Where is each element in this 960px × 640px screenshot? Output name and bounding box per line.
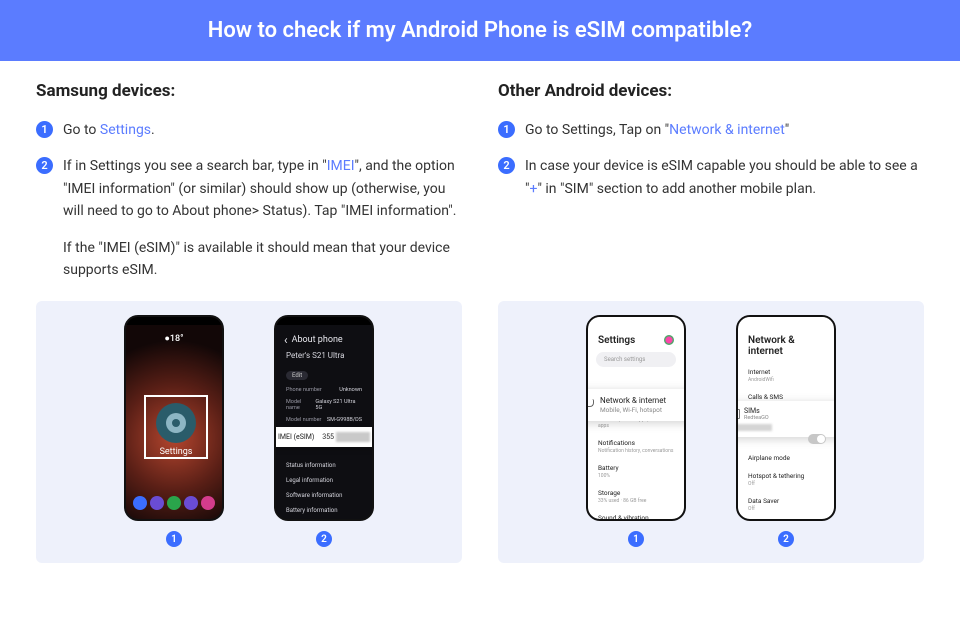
shot-badge: 2 [316, 531, 332, 547]
list-item: Storage33% used · 86 GB free [588, 484, 684, 509]
info-row: Model nameGalaxy S21 Ultra 5G [276, 396, 372, 414]
other-shot-1: Settings Search settings Network & inter… [586, 315, 686, 547]
edit-button: Edit [286, 371, 308, 380]
other-heading: Other Android devices: [498, 81, 924, 101]
gallery-row: ●18° Settings 1 About phone Peter's S21 … [0, 301, 960, 563]
step-text: If in Settings you see a search bar, typ… [63, 155, 462, 222]
device-name: Peter's S21 Ultra [276, 349, 372, 362]
other-gallery: Settings Search settings Network & inter… [498, 301, 924, 563]
search-settings-field: Search settings [596, 352, 676, 367]
list-item: Software information [276, 488, 372, 503]
sims-label: SIMs [744, 407, 769, 415]
text: " in "SIM" section to add another mobile… [537, 181, 816, 197]
samsung-step-1: 1 Go to Settings. [36, 119, 462, 141]
step-badge: 2 [498, 157, 515, 174]
sims-callout: SIMsRedteaGO + [736, 401, 836, 437]
settings-title: Settings [588, 325, 684, 352]
ni-sub: Mobile, Wi-Fi, hotspot [600, 406, 686, 414]
list-item: InternetAndroidWifi [738, 363, 834, 388]
imei-link[interactable]: IMEI [327, 158, 355, 174]
about-phone-header: About phone [276, 325, 372, 349]
other-shot-2: Network & internet InternetAndroidWifi C… [736, 315, 836, 547]
gear-icon [166, 413, 186, 433]
list-item: Battery100% [588, 459, 684, 484]
text: . [151, 122, 155, 138]
imei-label: IMEI (eSIM) [278, 433, 314, 441]
list-item: VPNNone [738, 517, 834, 521]
shot-badge: 1 [166, 531, 182, 547]
step-badge: 1 [36, 121, 53, 138]
samsung-column: Samsung devices: 1 Go to Settings. 2 If … [36, 81, 462, 295]
avatar-icon [664, 335, 674, 345]
list-item: Legal information [276, 473, 372, 488]
list-item: Data SaverOff [738, 492, 834, 517]
other-step-2: 2 In case your device is eSIM capable yo… [498, 155, 924, 200]
network-internet-title: Network & internet [738, 325, 834, 363]
shot-badge: 2 [778, 531, 794, 547]
sim-icon [736, 409, 740, 419]
phone-mock-home: ●18° Settings [124, 315, 224, 521]
step-text: In case your device is eSIM capable you … [525, 155, 924, 200]
list-item: Status information [276, 458, 372, 473]
settings-link[interactable]: Settings [100, 122, 151, 138]
status-bar [276, 317, 372, 325]
samsung-step-2: 2 If in Settings you see a search bar, t… [36, 155, 462, 222]
settings-app-label: Settings [144, 447, 208, 457]
page-title: How to check if my Android Phone is eSIM… [0, 0, 960, 61]
network-internet-link[interactable]: Network & internet [669, 122, 785, 138]
step-badge: 2 [36, 157, 53, 174]
info-row: Phone numberUnknown [276, 384, 372, 396]
text: Go to [63, 122, 100, 138]
phone-mock-about: About phone Peter's S21 Ultra Edit Phone… [274, 315, 374, 521]
sims-carrier: RedteaGO [744, 415, 769, 421]
list-item: Airplane mode [738, 449, 834, 467]
status-bar [738, 317, 834, 325]
list-item: NotificationsNotification history, conve… [588, 434, 684, 459]
info-row: Model numberSM-G998B/DS [276, 414, 372, 426]
samsung-shot-1: ●18° Settings 1 [124, 315, 224, 547]
samsung-step-2-extra: If the "IMEI (eSIM)" is available it sho… [63, 237, 462, 282]
status-bar [126, 317, 222, 325]
phone-mock-network: Network & internet InternetAndroidWifi C… [736, 315, 836, 521]
samsung-gallery: ●18° Settings 1 About phone Peter's S21 … [36, 301, 462, 563]
weather-widget: ●18° [126, 333, 222, 344]
ni-label: Network & internet [600, 396, 666, 405]
imei-value-prefix: 355 [322, 433, 334, 441]
add-sim-plus-icon: + [834, 409, 836, 420]
airplane-toggle [808, 434, 826, 444]
text: " [785, 122, 789, 138]
phone-mock-settings: Settings Search settings Network & inter… [586, 315, 686, 521]
step-text: Go to Settings. [63, 119, 155, 141]
content-columns: Samsung devices: 1 Go to Settings. 2 If … [0, 61, 960, 295]
status-bar [588, 317, 684, 325]
list-item: Sound & vibration [588, 509, 684, 521]
samsung-shot-2: About phone Peter's S21 Ultra Edit Phone… [274, 315, 374, 547]
imei-esim-callout: IMEI (eSIM) 355 [274, 427, 374, 447]
text: If in Settings you see a search bar, typ… [63, 158, 327, 174]
text: Go to Settings, Tap on " [525, 122, 669, 138]
redacted-value [336, 432, 370, 442]
redacted-value [736, 424, 772, 431]
samsung-heading: Samsung devices: [36, 81, 462, 101]
step-badge: 1 [498, 121, 515, 138]
app-dock [126, 491, 222, 515]
network-internet-callout: Network & internet Mobile, Wi-Fi, hotspo… [586, 389, 686, 421]
about-list: Status information Legal information Sof… [276, 458, 372, 518]
other-column: Other Android devices: 1 Go to Settings,… [498, 81, 924, 295]
step-text: Go to Settings, Tap on "Network & intern… [525, 119, 789, 141]
shot-badge: 1 [628, 531, 644, 547]
list-item: Battery information [276, 503, 372, 518]
list-item: Hotspot & tetheringOff [738, 467, 834, 492]
other-step-1: 1 Go to Settings, Tap on "Network & inte… [498, 119, 924, 141]
